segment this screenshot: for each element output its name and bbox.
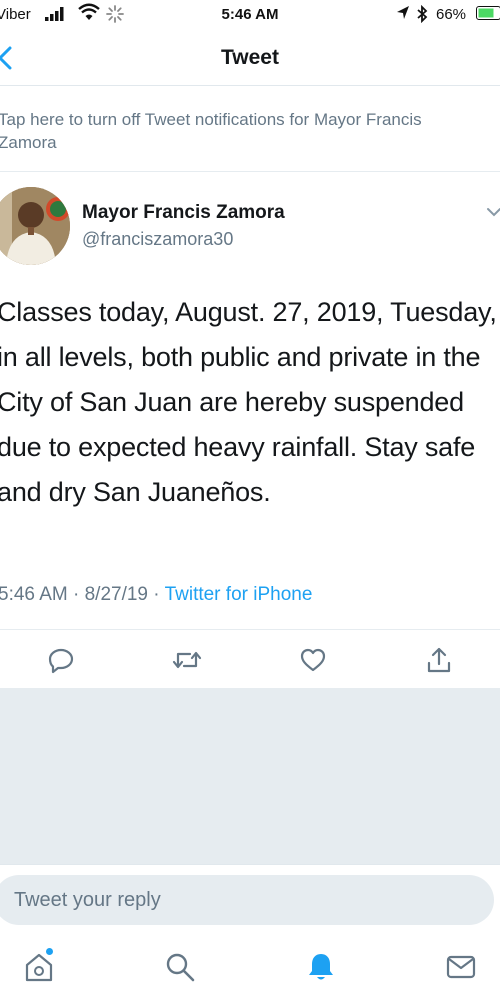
- notification-banner[interactable]: Tap here to turn off Tweet notifications…: [0, 86, 500, 172]
- battery-percent: 66%: [436, 6, 467, 23]
- chevron-down-icon[interactable]: [484, 202, 500, 222]
- reply-icon[interactable]: [47, 646, 75, 674]
- tab-bar: [0, 936, 500, 1000]
- status-bar: Viber 5:46 AM 66%: [0, 0, 500, 32]
- tweet-actions: [0, 629, 500, 689]
- tweet-text: Classes today, August. 27, 2019, Tuesday…: [0, 297, 497, 507]
- nav-bar: Tweet: [0, 32, 500, 86]
- meta-separator: ·: [73, 584, 80, 605]
- replies-area: [0, 689, 500, 864]
- battery-icon: [476, 6, 500, 24]
- tweet-meta: 5:46 AM · 8/27/19 · Twitter for iPhone: [0, 584, 498, 606]
- location-arrow-icon: [396, 5, 410, 25]
- tweet-header: Mayor Francis Zamora @franciszamora30: [0, 172, 500, 272]
- author-handle[interactable]: @franciszamora30: [82, 229, 233, 250]
- tweet-source-link[interactable]: Twitter for iPhone: [165, 584, 313, 605]
- meta-separator: ·: [153, 584, 160, 605]
- reply-input[interactable]: [0, 875, 494, 925]
- home-unread-dot: [46, 948, 53, 955]
- notification-banner-text[interactable]: Tap here to turn off Tweet notifications…: [0, 108, 458, 154]
- notifications-icon[interactable]: [304, 950, 338, 984]
- home-icon[interactable]: [22, 948, 56, 984]
- reply-bar: [0, 864, 500, 936]
- tweet-time: 5:46 AM: [0, 584, 68, 605]
- messages-icon[interactable]: [444, 950, 478, 984]
- retweet-icon[interactable]: [172, 646, 202, 674]
- avatar[interactable]: [0, 187, 70, 265]
- page-title: Tweet: [221, 46, 279, 69]
- tweet-date: 8/27/19: [84, 584, 149, 605]
- bluetooth-icon: [416, 4, 428, 27]
- author-name[interactable]: Mayor Francis Zamora: [82, 202, 285, 224]
- share-icon[interactable]: [425, 646, 453, 674]
- like-icon[interactable]: [299, 646, 327, 674]
- search-icon[interactable]: [163, 950, 197, 984]
